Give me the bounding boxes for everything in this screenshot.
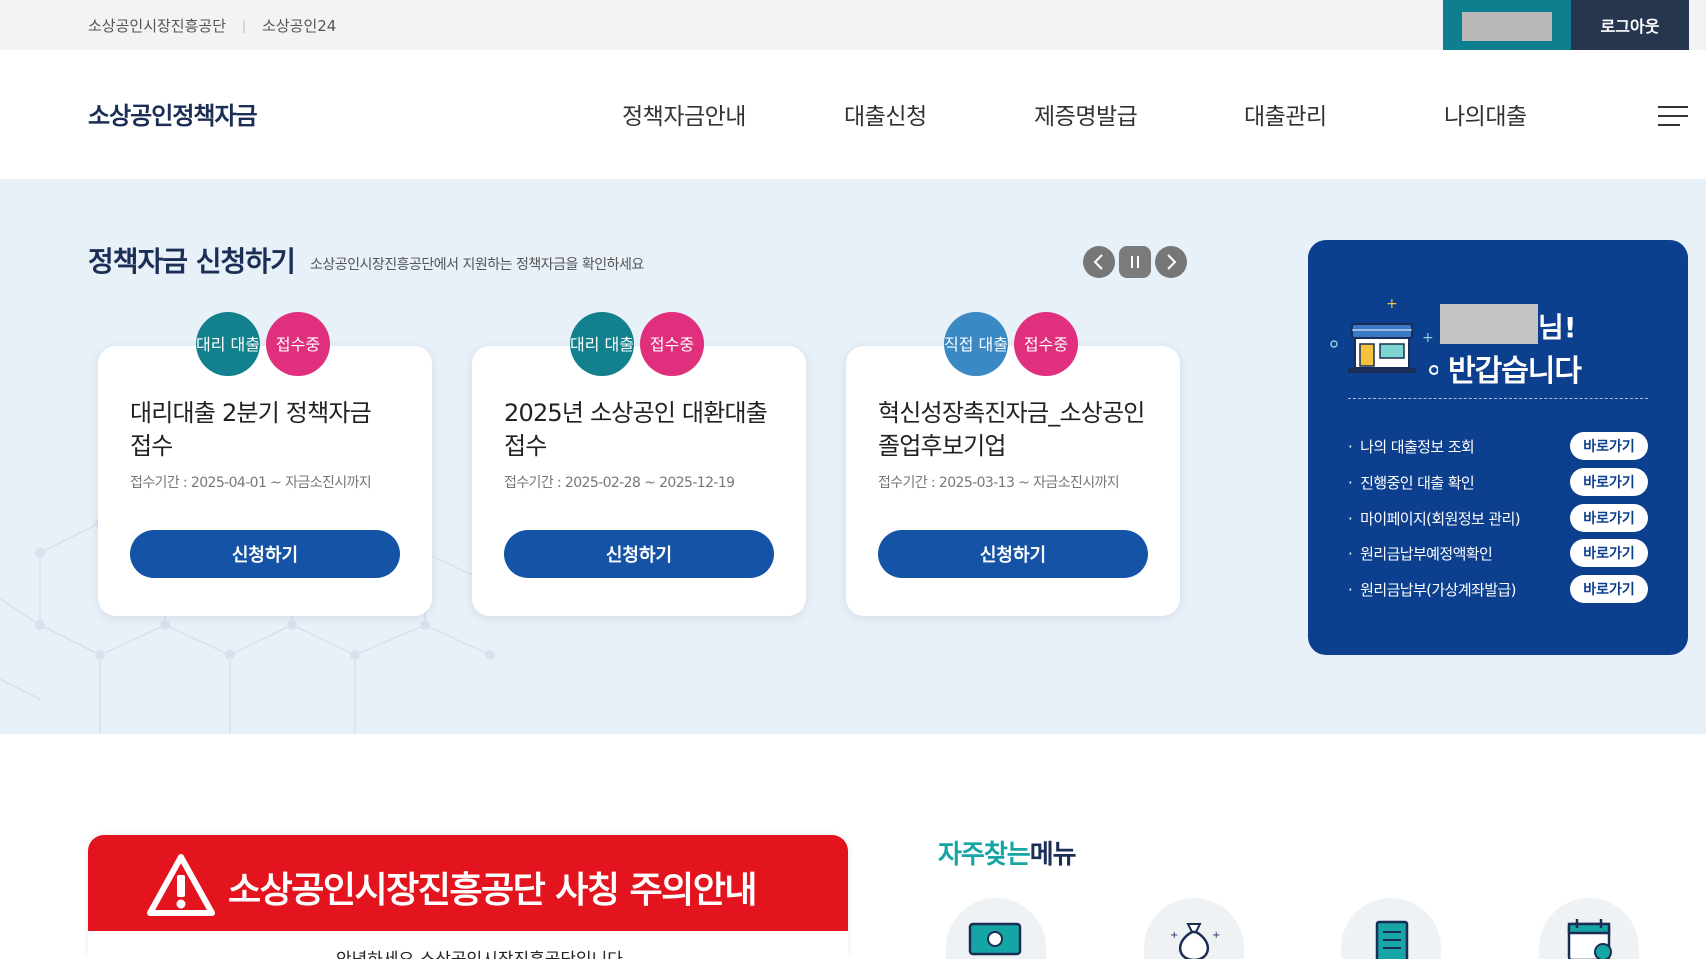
frequent-menu-item[interactable] xyxy=(1539,898,1639,959)
policy-card: 대리 대출 접수중 2025년 소상공인 대환대출 접수 접수기간 : 2025… xyxy=(472,312,806,616)
goto-button[interactable]: 바로가기 xyxy=(1570,539,1648,567)
storefront-icon: + + xyxy=(1330,296,1438,375)
quick-link-label: 진행중인 대출 확인 xyxy=(1348,472,1475,493)
svg-text:+: + xyxy=(1170,930,1178,941)
document-icon xyxy=(1375,920,1409,959)
goto-button[interactable]: 바로가기 xyxy=(1570,504,1648,532)
calendar-icon xyxy=(1567,919,1612,959)
quick-link-row: 나의 대출정보 조회 바로가기 xyxy=(1348,432,1648,460)
svg-text:+: + xyxy=(1212,930,1220,941)
quick-link-label: 원리금납부(가상계좌발급) xyxy=(1348,579,1516,600)
policy-card: 직접 대출 접수중 혁신성장촉진자금_소상공인 졸업후보기업 접수기간 : 20… xyxy=(846,312,1180,616)
warning-body: 안녕하세요 소상공인시장진흥공단입니다 xyxy=(88,931,848,959)
loan-type-badge: 대리 대출 xyxy=(570,312,634,376)
apply-button[interactable]: 신청하기 xyxy=(504,530,774,578)
goto-button[interactable]: 바로가기 xyxy=(1570,432,1648,460)
carousel-pause-button[interactable] xyxy=(1119,246,1151,278)
frequent-menu-title: 자주찾는메뉴 xyxy=(938,834,1077,871)
greeting-suffix: 님! xyxy=(1538,311,1577,344)
goto-button[interactable]: 바로가기 xyxy=(1570,468,1648,496)
welcome-panel: + + 님! 반갑습니다 나의 대출정보 조회 바로가기 진행중인 대출 확인 … xyxy=(1308,240,1688,655)
nav-loan-manage[interactable]: 대출관리 xyxy=(1244,97,1327,131)
menu-icon[interactable] xyxy=(1658,106,1688,126)
goto-button[interactable]: 바로가기 xyxy=(1570,575,1648,603)
warning-text: 안녕하세요 소상공인시장진흥공단입니다 xyxy=(336,945,623,959)
frequent-menu-item[interactable] xyxy=(1341,898,1441,959)
top-links: 소상공인시장진흥공단 | 소상공인24 xyxy=(88,15,336,36)
chevron-right-icon xyxy=(1167,254,1177,270)
redacted-user-name xyxy=(1440,304,1538,344)
warning-header: 소상공인시장진흥공단 사칭 주의안내 xyxy=(88,835,848,931)
nav-loan-apply[interactable]: 대출신청 xyxy=(844,97,927,131)
policy-card: 대리 대출 접수중 대리대출 2분기 정책자금 접수 접수기간 : 2025-0… xyxy=(98,312,432,616)
site-logo[interactable]: 소상공인정책자금 xyxy=(88,96,258,131)
impersonation-warning-box: 소상공인시장진흥공단 사칭 주의안내 안녕하세요 소상공인시장진흥공단입니다 xyxy=(88,835,848,959)
carousel-next-button[interactable] xyxy=(1155,246,1187,278)
carousel-prev-button[interactable] xyxy=(1083,246,1115,278)
quick-link-label: 나의 대출정보 조회 xyxy=(1348,436,1475,457)
card-title[interactable]: 대리대출 2분기 정책자금 접수 xyxy=(130,397,410,463)
link-semas[interactable]: 소상공인시장진흥공단 xyxy=(88,15,226,36)
warning-icon xyxy=(147,854,215,916)
card-title[interactable]: 2025년 소상공인 대환대출 접수 xyxy=(504,397,784,463)
quick-link-row: 원리금납부예정액확인 바로가기 xyxy=(1348,539,1648,567)
nav-my-loan[interactable]: 나의대출 xyxy=(1444,97,1527,131)
warning-title: 소상공인시장진흥공단 사칭 주의안내 xyxy=(228,870,758,911)
status-badge: 접수중 xyxy=(1014,312,1078,376)
top-utility-bar: 소상공인시장진흥공단 | 소상공인24 로그아웃 xyxy=(0,0,1706,50)
frequent-menu-item[interactable]: + + xyxy=(1144,898,1244,959)
link-sbiz24[interactable]: 소상공인24 xyxy=(262,15,336,36)
user-info-box xyxy=(1443,0,1571,50)
status-badge: 접수중 xyxy=(266,312,330,376)
quick-link-row: 마이페이지(회원정보 관리) 바로가기 xyxy=(1348,504,1648,532)
section-title: 정책자금 신청하기 xyxy=(88,245,296,278)
logout-button[interactable]: 로그아웃 xyxy=(1571,0,1689,50)
card-period: 접수기간 : 2025-03-13 ~ 자금소진시까지 xyxy=(878,475,1120,491)
frequent-menu-title-rest: 메뉴 xyxy=(1029,840,1077,870)
money-card-icon xyxy=(968,922,1022,956)
card-period: 접수기간 : 2025-02-28 ~ 2025-12-19 xyxy=(504,475,735,491)
link-separator: | xyxy=(242,18,247,33)
loan-type-badge: 직접 대출 xyxy=(944,312,1008,376)
nav-certificate[interactable]: 제증명발급 xyxy=(1034,97,1138,131)
frequent-menu-item[interactable] xyxy=(946,898,1046,959)
apply-button[interactable]: 신청하기 xyxy=(130,530,400,578)
quick-link-row: 진행중인 대출 확인 바로가기 xyxy=(1348,468,1648,496)
main-header: 소상공인정책자금 정책자금안내 대출신청 제증명발급 대출관리 나의대출 xyxy=(0,50,1706,179)
quick-link-row: 원리금납부(가상계좌발급) 바로가기 xyxy=(1348,575,1648,603)
apply-button[interactable]: 신청하기 xyxy=(878,530,1148,578)
quick-link-label: 마이페이지(회원정보 관리) xyxy=(1348,508,1520,529)
greeting-text: 반갑습니다 xyxy=(1448,354,1582,389)
section-subtitle: 소상공인시장진흥공단에서 지원하는 정책자금을 확인하세요 xyxy=(310,257,644,273)
quick-link-label: 원리금납부예정액확인 xyxy=(1348,543,1493,564)
nav-policy-guide[interactable]: 정책자금안내 xyxy=(622,97,746,131)
divider xyxy=(1348,398,1648,399)
card-title[interactable]: 혁신성장촉진자금_소상공인 졸업후보기업 xyxy=(878,397,1158,463)
money-bag-icon: + + xyxy=(1170,923,1220,959)
card-period: 접수기간 : 2025-04-01 ~ 자금소진시까지 xyxy=(130,475,372,491)
svg-text:+: + xyxy=(1422,330,1434,346)
redacted-user-name xyxy=(1462,12,1552,41)
pause-icon xyxy=(1131,256,1139,268)
status-badge: 접수중 xyxy=(640,312,704,376)
svg-text:+: + xyxy=(1386,296,1398,312)
frequent-menu-title-accent: 자주찾는 xyxy=(938,840,1031,870)
chevron-left-icon xyxy=(1093,254,1103,270)
loan-type-badge: 대리 대출 xyxy=(196,312,260,376)
